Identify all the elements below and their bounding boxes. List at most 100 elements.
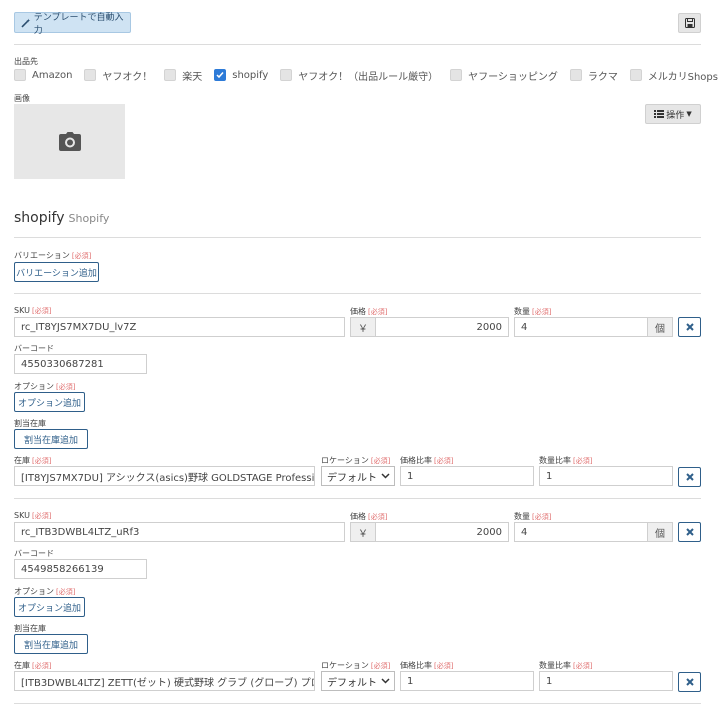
location-label-row: ロケーション [必須] — [321, 455, 390, 466]
location-select[interactable]: デフォルト — [321, 671, 395, 691]
price-ratio-label: 価格比率 — [400, 661, 432, 670]
remove-stock-button[interactable] — [678, 672, 701, 692]
price-input[interactable]: 2000 — [375, 317, 509, 337]
required-badge: [必須] — [573, 662, 593, 670]
required-badge: [必須] — [573, 457, 593, 465]
divider — [14, 703, 701, 704]
remove-stock-button[interactable] — [678, 467, 701, 487]
qty-ratio-label-row: 数量比率 [必須] — [539, 660, 592, 671]
unit-addon: 個 — [647, 522, 673, 542]
yahoo-shopping-label: ヤフーショッピング — [468, 71, 558, 83]
amazon-label: Amazon — [32, 69, 73, 81]
required-badge: [必須] — [32, 457, 52, 465]
auto-fill-template-button[interactable]: テンプレートで自動入力 — [14, 12, 131, 36]
location-label: ロケーション — [321, 661, 369, 670]
location-value: デフォルト — [327, 677, 377, 689]
channels-label: 出品先 — [14, 57, 38, 66]
close-icon — [685, 528, 694, 536]
rakuma-checkbox[interactable] — [569, 69, 582, 81]
qty-label: 数量 — [514, 307, 530, 316]
channels-checkbox-row: Amazon ヤフオク！ 楽天 shopify ヤフオク！（出品ルール厳守） ヤ… — [14, 68, 718, 83]
stock-input[interactable]: [IT8YJS7MX7DU] アシックス(asics)野球 GOLDSTAGE … — [14, 466, 315, 486]
price-input[interactable]: 2000 — [375, 522, 509, 542]
rakuten-checkbox[interactable] — [164, 69, 177, 81]
shopify-label: shopify — [232, 69, 269, 81]
required-badge: [必須] — [532, 513, 552, 521]
location-select[interactable]: デフォルト — [321, 466, 395, 486]
qty-label-row: 数量 [必須] — [514, 511, 551, 522]
required-badge: [必須] — [434, 457, 454, 465]
required-badge: [必須] — [368, 513, 388, 521]
required-badge: [必須] — [532, 308, 552, 316]
remove-variant-button[interactable] — [678, 522, 701, 542]
yahoo-auction-strict-label: ヤフオク！（出品ルール厳守） — [298, 71, 439, 83]
required-badge: [必須] — [370, 662, 391, 670]
magic-wand-icon — [21, 18, 31, 27]
divider — [14, 498, 701, 499]
required-badge: [必須] — [71, 252, 92, 260]
rakuten-label: 楽天 — [182, 71, 203, 83]
add-alloc-stock-button[interactable]: 割当在庫追加 — [14, 429, 88, 449]
yen-addon: ￥ — [350, 522, 376, 542]
sku-label-row: SKU [必須] — [14, 306, 51, 316]
unit-addon: 個 — [647, 317, 673, 337]
price-ratio-label-row: 価格比率 [必須] — [400, 660, 453, 671]
yahoo-auction-checkbox[interactable] — [84, 69, 97, 81]
barcode-input[interactable]: 4550330687281 — [14, 354, 147, 374]
stock-label: 在庫 — [14, 456, 30, 465]
variation-label-row: バリエーション [必須] — [14, 250, 91, 261]
shopify-checkbox[interactable] — [214, 69, 227, 81]
barcode-input[interactable]: 4549858266139 — [14, 559, 147, 579]
alloc-stock-label: 割当在庫 — [14, 419, 46, 428]
chevron-down-icon — [381, 473, 390, 479]
required-badge: [必須] — [434, 662, 454, 670]
required-badge: [必須] — [56, 588, 76, 596]
qty-input[interactable]: 4 — [514, 522, 648, 542]
operations-dropdown-button[interactable]: 操作 ▼ — [645, 104, 701, 124]
barcode-label: バーコード — [14, 549, 54, 558]
price-ratio-input[interactable]: 1 — [400, 466, 534, 486]
sku-input[interactable]: rc_IT8YJS7MX7DU_lv7Z — [14, 317, 345, 337]
divider — [14, 237, 701, 238]
qty-ratio-label: 数量比率 — [539, 456, 571, 465]
list-icon — [654, 110, 665, 118]
required-badge: [必須] — [368, 308, 388, 316]
required-badge: [必須] — [31, 512, 52, 520]
location-label: ロケーション — [321, 456, 369, 465]
add-variation-button[interactable]: バリエーション追加 — [14, 262, 99, 282]
yahoo-shopping-checkbox[interactable] — [450, 69, 463, 81]
price-ratio-input[interactable]: 1 — [400, 671, 534, 691]
qty-input[interactable]: 4 — [514, 317, 648, 337]
add-option-button[interactable]: オプション追加 — [14, 597, 85, 617]
barcode-label: バーコード — [14, 344, 54, 353]
alloc-stock-label: 割当在庫 — [14, 624, 46, 633]
close-icon — [685, 473, 694, 481]
required-badge: [必須] — [370, 457, 391, 465]
mercari-shops-label: メルカリShops — [647, 71, 718, 83]
rakuma-label: ラクマ — [587, 71, 618, 83]
remove-variant-button[interactable] — [678, 317, 701, 337]
yahoo-auction-label: ヤフオク！ — [102, 71, 153, 83]
price-ratio-label: 価格比率 — [400, 456, 432, 465]
mercari-shops-checkbox[interactable] — [629, 69, 642, 81]
save-button[interactable] — [678, 13, 701, 33]
image-upload-area[interactable] — [14, 104, 125, 179]
yen-addon: ￥ — [350, 317, 376, 337]
qty-ratio-input[interactable]: 1 — [539, 671, 673, 691]
chevron-down-icon — [381, 678, 390, 684]
add-alloc-stock-button[interactable]: 割当在庫追加 — [14, 634, 88, 654]
section-title: shopify Shopify — [14, 210, 109, 226]
option-label-row: オプション [必須] — [14, 381, 75, 392]
yahoo-auction-strict-checkbox[interactable] — [280, 69, 293, 81]
qty-label-row: 数量 [必須] — [514, 306, 551, 317]
qty-ratio-input[interactable]: 1 — [539, 466, 673, 486]
qty-ratio-label: 数量比率 — [539, 661, 571, 670]
stock-input[interactable]: [ITB3DWBL4LTZ] ZETT(ゼット) 硬式野球 グラブ (グローブ)… — [14, 671, 315, 691]
caret-down-icon: ▼ — [686, 110, 692, 118]
auto-fill-label: テンプレートで自動入力 — [33, 12, 124, 36]
sku-input[interactable]: rc_ITB3DWBL4LTZ_uRf3 — [14, 522, 345, 542]
stock-label-row: 在庫 [必須] — [14, 455, 51, 466]
price-label-row: 価格 [必須] — [350, 306, 387, 317]
add-option-button[interactable]: オプション追加 — [14, 392, 85, 412]
amazon-checkbox[interactable] — [14, 69, 26, 81]
